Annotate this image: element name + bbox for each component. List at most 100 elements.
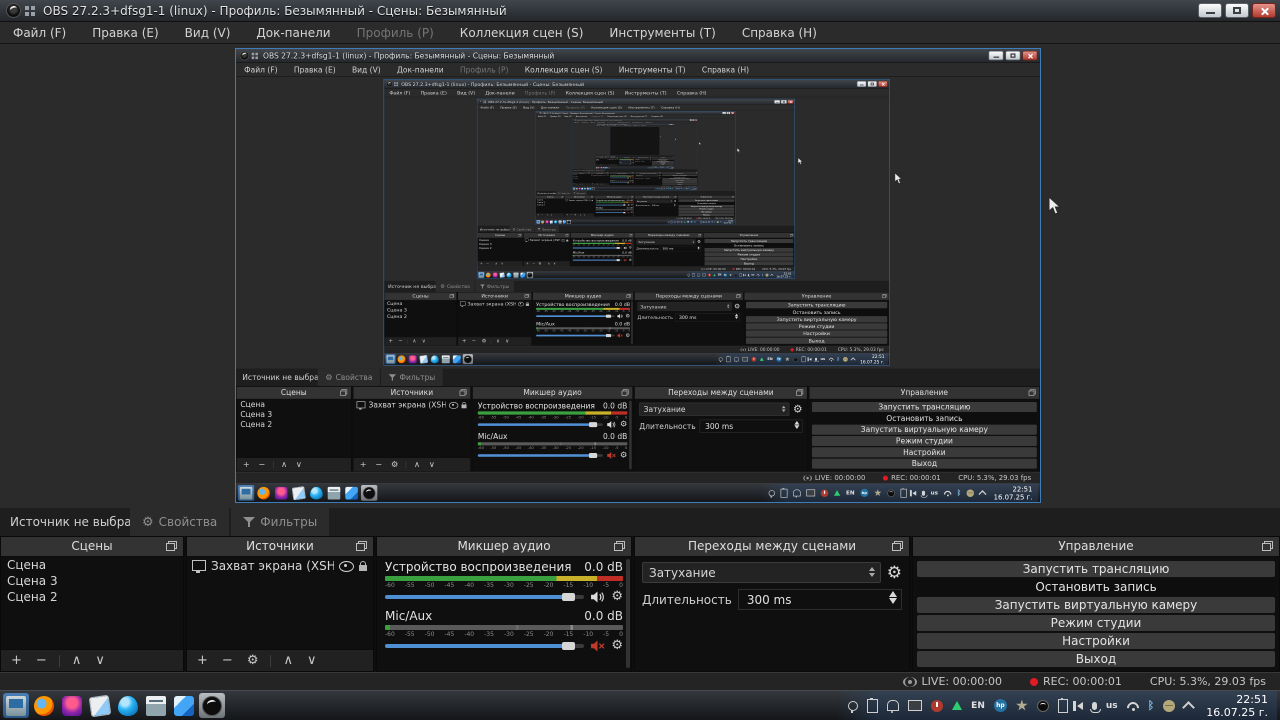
lock-icon[interactable] bbox=[592, 200, 593, 201]
clipboard-icon[interactable] bbox=[867, 699, 878, 713]
duration-spinbox[interactable]: 300 ms bbox=[699, 420, 802, 433]
sources-dock-header[interactable]: Источники bbox=[458, 292, 531, 300]
popout-icon[interactable] bbox=[622, 389, 629, 395]
menu-view[interactable]: Вид (V) bbox=[344, 63, 389, 77]
volume-icon[interactable] bbox=[703, 221, 704, 222]
network-globe-icon[interactable] bbox=[717, 221, 719, 223]
move-source-down-button[interactable]: ∨ bbox=[301, 651, 323, 671]
mixer-dock-header[interactable]: Микшер аудио bbox=[473, 387, 633, 400]
screen-capture-source[interactable]: OBS 27.2.3+dfsg1-1 (linux) - Профиль: Бе… bbox=[235, 48, 1041, 503]
bluetooth-icon[interactable]: ᛒ bbox=[714, 221, 715, 223]
menu-docks[interactable]: Док-панели bbox=[243, 22, 343, 44]
clipboard-icon[interactable] bbox=[726, 356, 730, 362]
bluetooth-icon[interactable]: ᛒ bbox=[957, 489, 961, 497]
menu-view[interactable]: Вид (V) bbox=[452, 88, 480, 97]
source-list-item[interactable]: Захват экрана (XSHM) bbox=[187, 557, 373, 575]
spin-arrows-icon[interactable] bbox=[698, 246, 700, 249]
menu-file[interactable]: Файл (F) bbox=[384, 88, 415, 97]
volume-slider[interactable] bbox=[385, 595, 584, 599]
star-applet-icon[interactable] bbox=[1016, 700, 1028, 712]
taskbar-media-launcher[interactable] bbox=[408, 354, 418, 364]
start-virtual-camera-button[interactable]: Запустить виртуальную камеру bbox=[746, 316, 887, 322]
transition-gear-icon[interactable]: ⚙ bbox=[697, 239, 701, 244]
language-indicator[interactable]: EN bbox=[718, 274, 721, 276]
popout-icon[interactable] bbox=[796, 389, 803, 395]
menu-file[interactable]: Файл (F) bbox=[0, 22, 79, 44]
updates-arrow-icon[interactable] bbox=[684, 221, 686, 222]
controls-dock-header[interactable]: Управление bbox=[913, 537, 1279, 557]
exit-button[interactable]: Выход bbox=[746, 338, 887, 344]
slider-handle[interactable] bbox=[623, 204, 625, 205]
slider-handle[interactable] bbox=[628, 178, 629, 179]
studio-mode-button[interactable]: Режим студии bbox=[917, 615, 1275, 631]
close-button[interactable] bbox=[1022, 51, 1037, 60]
slider-handle[interactable] bbox=[589, 453, 597, 458]
keyboard-layout-indicator[interactable]: us bbox=[1106, 701, 1118, 711]
source-list-item[interactable]: Захват экрана (XSHM) bbox=[565, 199, 594, 202]
lamp-icon[interactable] bbox=[688, 274, 690, 276]
move-scene-up-button[interactable]: ∧ bbox=[494, 261, 499, 266]
slider-handle[interactable] bbox=[628, 182, 629, 183]
settings-button[interactable]: Настройки bbox=[705, 257, 794, 261]
taskbar-blue-app[interactable] bbox=[452, 354, 462, 364]
wifi-icon[interactable] bbox=[1127, 702, 1139, 710]
screen-capture-source[interactable] bbox=[610, 127, 659, 155]
taskbar-obs-window[interactable] bbox=[463, 354, 473, 364]
volume-slider[interactable] bbox=[596, 205, 627, 206]
scenes-list[interactable]: Сцена Сцена 3 Сцена 2 bbox=[237, 399, 351, 457]
exit-button[interactable]: Выход bbox=[812, 459, 1037, 469]
source-list-item[interactable]: Захват экрана (XSHM) bbox=[607, 159, 618, 160]
properties-button[interactable]: ⚙ Свойства bbox=[436, 281, 475, 292]
scene-item[interactable]: Сцена 2 bbox=[478, 246, 523, 250]
taskbar-firefox-launcher[interactable] bbox=[255, 485, 271, 501]
transitions-dock-header[interactable]: Переходы между сценами bbox=[635, 537, 909, 557]
volume-slider[interactable] bbox=[385, 644, 584, 648]
alarm-clock-icon[interactable] bbox=[931, 700, 943, 712]
add-source-button[interactable]: + bbox=[460, 337, 469, 345]
taskbar-computer-launcher[interactable] bbox=[573, 187, 576, 189]
visibility-eye-icon[interactable] bbox=[339, 561, 354, 572]
taskbar-file-manager[interactable] bbox=[587, 187, 590, 189]
channel-gear-icon[interactable]: ⚙ bbox=[620, 451, 627, 459]
minimize-button[interactable] bbox=[988, 51, 1003, 60]
lock-icon[interactable] bbox=[526, 303, 529, 305]
scene-item[interactable]: Сцена 2 bbox=[385, 313, 457, 319]
transition-gear-icon[interactable]: ⚙ bbox=[887, 563, 902, 583]
move-scene-up-button[interactable]: ∧ bbox=[277, 458, 291, 471]
keyboard-layout-indicator[interactable]: us bbox=[821, 357, 826, 361]
add-scene-button[interactable]: + bbox=[479, 261, 485, 266]
channel-gear-icon[interactable]: ⚙ bbox=[611, 640, 623, 652]
duration-spinbox[interactable]: 300 ms bbox=[651, 204, 677, 207]
filters-button[interactable]: Фильтры bbox=[475, 281, 514, 292]
popout-icon[interactable] bbox=[626, 294, 630, 298]
menu-scene-collection[interactable]: Коллекция сцен (S) bbox=[517, 63, 611, 77]
preview-area[interactable]: OBS 27.2.3+dfsg1-1 (linux) - Профиль: Бе… bbox=[536, 118, 735, 191]
lamp-icon[interactable] bbox=[719, 357, 723, 361]
source-list-item[interactable]: Захват экрана (XSHM) bbox=[458, 300, 531, 307]
speaker-icon[interactable] bbox=[590, 591, 605, 603]
speaker-icon[interactable] bbox=[607, 421, 616, 429]
taskbar-torrent-app[interactable] bbox=[506, 272, 512, 278]
speaker-muted-icon[interactable] bbox=[607, 451, 616, 459]
taskbar-file-manager[interactable] bbox=[513, 272, 519, 278]
spin-arrows-icon[interactable] bbox=[674, 204, 675, 206]
transition-gear-icon[interactable]: ⚙ bbox=[674, 200, 676, 203]
visibility-eye-icon[interactable] bbox=[449, 402, 458, 409]
taskbar-computer-launcher[interactable] bbox=[3, 693, 29, 718]
microphone-icon[interactable] bbox=[815, 358, 817, 361]
popout-icon[interactable] bbox=[882, 294, 886, 298]
add-source-button[interactable]: + bbox=[525, 261, 531, 266]
menu-view[interactable]: Вид (V) bbox=[172, 22, 244, 44]
duration-spinbox[interactable]: 300 ms bbox=[641, 160, 651, 161]
obs-tray-icon[interactable] bbox=[793, 357, 798, 362]
mixer-dock-header[interactable]: Микшер аудио bbox=[377, 537, 631, 557]
taskbar-clock[interactable]: 22:51 16.07.25 г. bbox=[1206, 693, 1268, 719]
clipboard-icon[interactable] bbox=[692, 273, 695, 276]
volume-slider[interactable] bbox=[536, 335, 615, 337]
minimize-button[interactable] bbox=[774, 100, 780, 104]
taskbar-obs-window[interactable] bbox=[199, 693, 225, 718]
notifications-bell-icon[interactable] bbox=[650, 167, 651, 168]
taskbar-obs-window[interactable] bbox=[361, 485, 377, 501]
microphone-icon[interactable] bbox=[706, 221, 707, 222]
source-list-item[interactable]: Захват экрана (XSHM) bbox=[353, 399, 470, 410]
